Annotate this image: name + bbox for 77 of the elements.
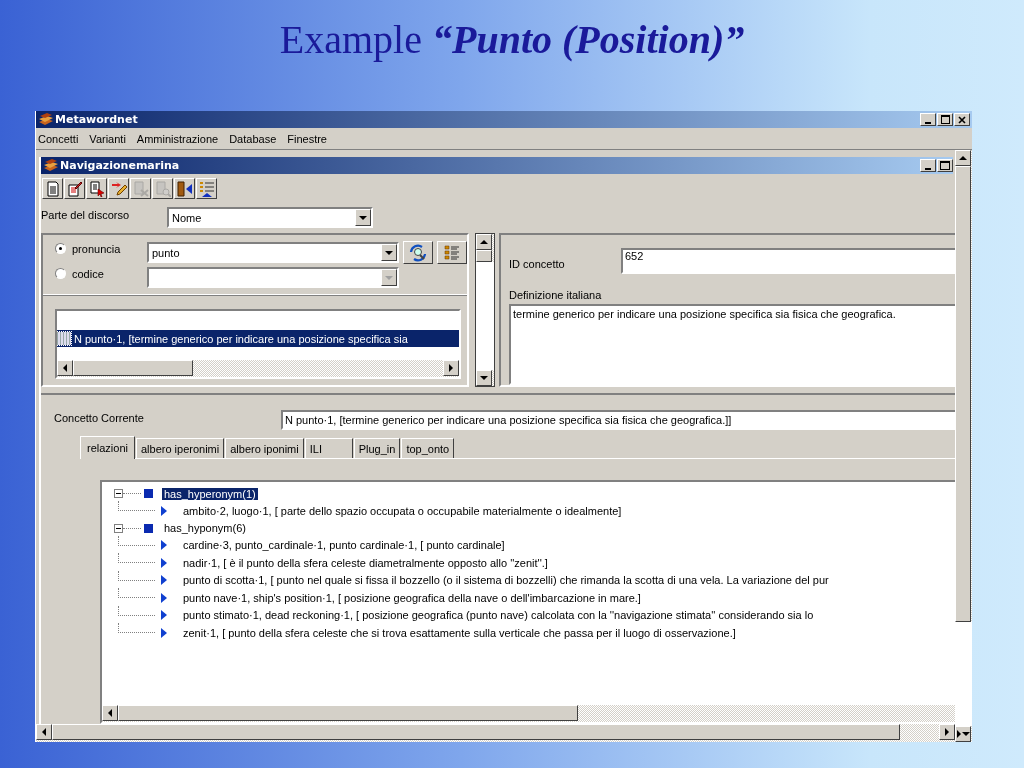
- current-concept-field[interactable]: N punto·1, [termine generico per indicare una posizione specifica sia fisica che geografica.]]: [281, 410, 955, 430]
- triangle-icon: [161, 627, 167, 638]
- refresh-search-button[interactable]: [403, 241, 433, 264]
- horizontal-scrollbar[interactable]: [102, 705, 955, 722]
- field-label: Concetto Corrente: [54, 412, 145, 424]
- horizontal-scrollbar[interactable]: [36, 724, 955, 742]
- tree-item[interactable]: ambito·2, luogo·1, [ parte dello spazio occupata o occupabile materialmente o idealmente]: [183, 504, 622, 517]
- tab[interactable]: relazioni: [80, 436, 135, 459]
- list-icon: [444, 244, 460, 261]
- tab[interactable]: albero iperonimi: [135, 438, 225, 458]
- menu-item[interactable]: Varianti: [88, 132, 127, 145]
- close-icon: [958, 115, 966, 124]
- field-label: ID concetto: [509, 258, 566, 270]
- menu-item[interactable]: Concetti: [37, 132, 80, 145]
- document-icon: [44, 180, 61, 197]
- door-arrow-icon: [176, 180, 193, 197]
- tree-item[interactable]: punto stimato·1, dead reckoning·1, [ posizione geografica (punto nave) calcolata con la ''navigazione stimata'' considerando sia lo: [183, 609, 814, 622]
- collapse-toggle[interactable]: [114, 523, 123, 533]
- tree-item[interactable]: has_hyperonym(1): [162, 487, 258, 500]
- radio-label: pronuncia: [72, 242, 122, 255]
- menu-item[interactable]: Amministrazione: [135, 132, 220, 145]
- tab[interactable]: albero iponimi: [225, 438, 304, 458]
- list-item[interactable]: N punto·1, [termine generico per indicare una posizione specifica sia: [57, 330, 459, 347]
- window-title: Navigazionemarina: [60, 159, 180, 172]
- list-arrow-icon: [198, 180, 215, 197]
- restore-button[interactable]: [937, 113, 953, 126]
- field-label: Definizione italiana: [509, 289, 603, 301]
- minimize-button[interactable]: [920, 159, 936, 172]
- toolbar-button[interactable]: [86, 178, 107, 199]
- square-icon: [144, 523, 153, 533]
- slide-title: Example “Punto (Position)”: [279, 16, 745, 64]
- id-field[interactable]: 652: [621, 248, 955, 274]
- tree-item[interactable]: punto di scotta·1, [ punto nel quale si fissa il bozzello (o il sistema di bozzelli) che rimanda la scotta di una vela. La variazione del pur: [183, 574, 829, 587]
- tab[interactable]: ILI: [304, 438, 353, 458]
- menu-item[interactable]: Finestre: [286, 132, 328, 145]
- toolbar-button[interactable]: [108, 178, 129, 199]
- tree-item[interactable]: has_hyponym(6): [162, 522, 248, 534]
- vertical-scrollbar[interactable]: [955, 150, 972, 742]
- edit-document-icon: [66, 180, 83, 197]
- maximize-button[interactable]: [937, 159, 953, 172]
- radio-label: codice: [72, 267, 105, 280]
- tree-item[interactable]: zenit·1, [ punto della sfera celeste che si trova esattamente sulla verticale che passa per il luogo di osservazione.]: [183, 626, 736, 639]
- definition-text-area[interactable]: termine generico per indicare una posizione specifica sia fisica che geografica.: [509, 304, 955, 385]
- triangle-icon: [161, 505, 167, 516]
- triangle-icon: [161, 540, 167, 551]
- collapse-toggle[interactable]: [114, 489, 123, 498]
- tab[interactable]: Plug_in: [353, 438, 401, 458]
- horizontal-scrollbar[interactable]: [57, 360, 459, 377]
- tab[interactable]: top_onto: [401, 438, 455, 458]
- document-cross-icon: [132, 180, 149, 197]
- field-label: Parte del discorso: [41, 208, 131, 221]
- triangle-icon: [161, 610, 167, 621]
- tree-item[interactable]: cardine·3, punto_cardinale·1, punto cardinale·1, [ punto cardinale]: [183, 539, 505, 552]
- toolbar-button[interactable]: [196, 178, 217, 199]
- square-icon: [144, 489, 153, 498]
- radio-button[interactable]: [55, 243, 66, 254]
- list-view-button[interactable]: [437, 241, 467, 264]
- tree-item[interactable]: punto nave·1, ship's position·1, [ posizione geografica della nave o dell'imbarcazione in mare.]: [183, 591, 641, 604]
- toolbar-button[interactable]: [42, 178, 63, 199]
- vertical-scrollbar[interactable]: [475, 233, 495, 387]
- magnifier-arrows-icon: [409, 243, 427, 262]
- part-of-speech-dropdown[interactable]: Nome: [167, 207, 373, 228]
- triangle-icon: [161, 592, 167, 603]
- window-title: Metawordnet: [55, 113, 138, 126]
- document-magnifier-icon: [154, 180, 171, 197]
- search-dropdown[interactable]: punto: [147, 242, 399, 263]
- triangle-icon: [161, 575, 167, 586]
- document-cursor-icon: [88, 180, 105, 197]
- toolbar-button[interactable]: [64, 178, 85, 199]
- tree-item[interactable]: nadir·1, [ è il punto della sfera celeste diametralmente opposto allo ''zenit''.]: [183, 556, 548, 569]
- books-icon: [43, 158, 59, 173]
- menu-item[interactable]: Database: [228, 132, 278, 145]
- triangle-icon: [161, 557, 167, 568]
- books-icon: [38, 112, 54, 127]
- close-button[interactable]: [954, 113, 970, 126]
- toolbar-button[interactable]: [174, 178, 195, 199]
- minimize-button[interactable]: [920, 113, 936, 126]
